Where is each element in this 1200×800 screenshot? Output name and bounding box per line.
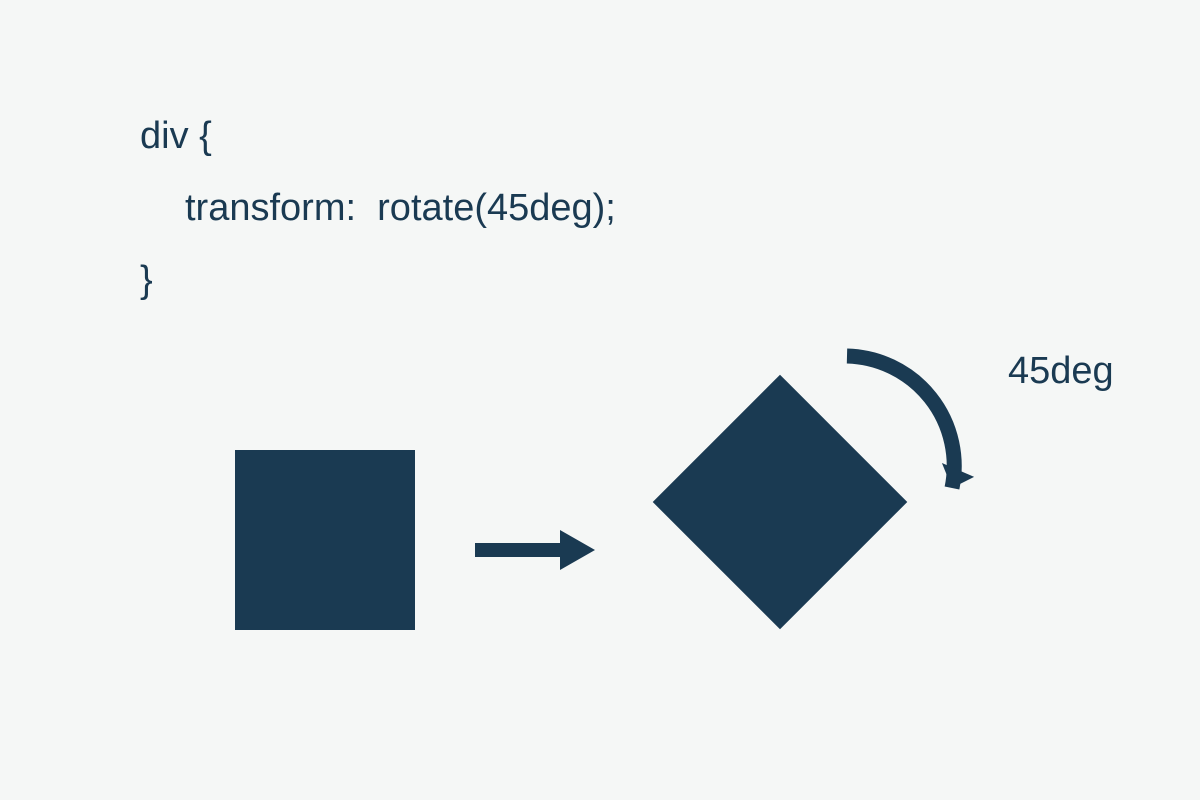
code-line-close: } (140, 244, 616, 316)
css-code-snippet: div { transform: rotate(45deg); } (140, 100, 616, 317)
angle-label: 45deg (1008, 350, 1114, 393)
arrow-right-icon (475, 530, 595, 570)
rotation-arc-icon (832, 338, 1032, 538)
original-square (235, 450, 415, 630)
code-line-selector: div { (140, 100, 616, 172)
rotation-diagram: 45deg (0, 380, 1200, 800)
code-line-property: transform: rotate(45deg); (140, 172, 616, 244)
